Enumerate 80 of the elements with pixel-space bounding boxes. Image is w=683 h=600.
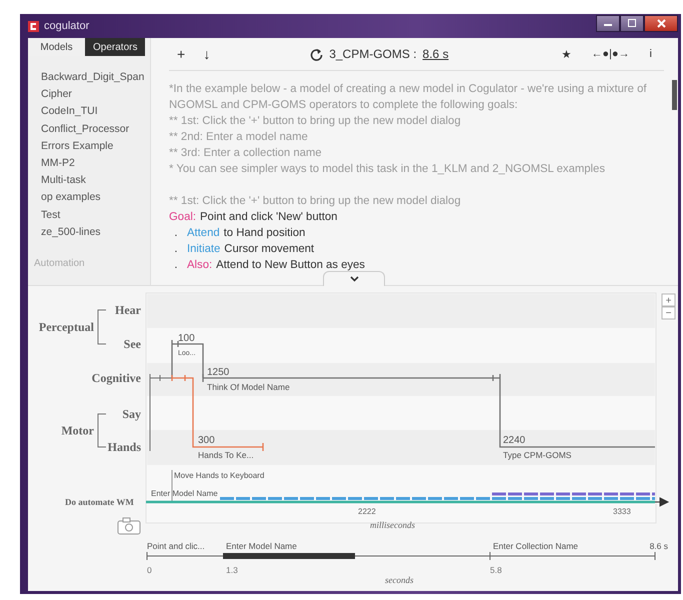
model-title: 3_CPM-GOMS : (329, 47, 417, 61)
comment-line: ** 3rd: Enter a collection name (169, 146, 322, 161)
model-item[interactable]: Backward_Digit_Span (41, 69, 150, 86)
row-label: Say (122, 407, 141, 421)
axis-label: milliseconds (370, 520, 415, 530)
automate-toggle[interactable]: Do automate WM (65, 497, 134, 507)
model-item[interactable]: CodeIn_TUI (41, 103, 150, 121)
axis-tick-label: 0 (147, 565, 152, 575)
chevron-down-icon (350, 276, 358, 282)
duration-label: 300 (198, 435, 215, 446)
comment-line: ** 1st: Click the '+' button to bring up the new model dialog (169, 114, 461, 129)
chunk-label: Enter Model Name (151, 489, 218, 498)
axis-tick-label: 1.3 (226, 565, 238, 575)
duration-label: 1250 (207, 367, 230, 378)
operator-label: Type CPM-GOMS (503, 450, 572, 460)
model-item[interactable]: Conflict_Processor (41, 120, 150, 138)
maximize-icon (628, 19, 636, 27)
model-item[interactable]: Test (41, 206, 150, 224)
close-icon (656, 18, 666, 28)
group-label: Motor (61, 424, 94, 438)
app-icon (28, 20, 39, 32)
row-label: Cognitive (92, 371, 141, 385)
zoom-out-button[interactable]: − (662, 306, 676, 320)
comment-line: ** 2nd: Enter a model name (169, 130, 308, 145)
goal-keyword: Goal: (169, 210, 196, 225)
operator-label: Hands To Ke... (198, 450, 254, 460)
row-label: Hands (108, 440, 141, 454)
runtime-link[interactable]: 8.6 s (422, 47, 449, 61)
row-label: See (124, 337, 141, 351)
group-bracket (98, 310, 106, 344)
comment-line: ** 1st: Click the '+' button to bring up the new model dialog (169, 194, 461, 209)
close-button[interactable] (644, 14, 678, 32)
info-button[interactable]: i (650, 48, 652, 60)
model-item[interactable]: Multi-task (41, 172, 150, 190)
operator-text: Cursor movement (224, 242, 314, 257)
scrollbar-thumb[interactable] (672, 80, 677, 110)
maximize-button[interactable] (620, 14, 644, 32)
axis-tick-label: 3333 (613, 507, 631, 516)
duration-label: 100 (178, 333, 195, 344)
goal-label: Enter Model Name (226, 541, 297, 551)
group-bracket (98, 414, 106, 448)
zoom-in-button[interactable]: + (662, 294, 676, 306)
comment-line: NGOMSL and CPM-GOMS operators to complete the following goals: (169, 98, 518, 113)
camera-icon[interactable] (118, 518, 140, 534)
axis-label: seconds (385, 575, 414, 585)
goal-label: Enter Collection Name (493, 541, 578, 551)
duration-label: 2240 (503, 435, 526, 446)
comment-line: * You can see simpler ways to model this task in the 1_KLM and 2_NGOMSL examples (169, 162, 605, 177)
row-label: Hear (115, 303, 141, 317)
model-item[interactable]: MM-P2 (41, 154, 150, 172)
model-item[interactable]: ze_500-lines (41, 224, 150, 241)
operator-keyword: Attend (187, 226, 220, 241)
model-item[interactable]: Cipher (41, 86, 150, 104)
minimize-button[interactable] (596, 14, 620, 32)
goal-text: Point and click 'New' button (200, 210, 338, 225)
model-item[interactable]: Errors Example (41, 138, 150, 155)
refresh-icon[interactable] (310, 48, 324, 60)
section-heading: Automation (34, 258, 86, 269)
comment-line: *In the example below - a model of creating a new model in Cogulator - we're using a mixture of (169, 82, 646, 97)
axis-tick-label: 5.8 (490, 565, 502, 575)
operator-text: to Hand position (224, 226, 306, 241)
bullet: . (173, 226, 179, 241)
sidebar-tab[interactable]: Operators (85, 38, 146, 56)
chunk-label: Move Hands to Keyboard (174, 471, 264, 480)
operator-keyword: Also: (187, 258, 212, 273)
download-button[interactable]: ↓ (203, 46, 210, 62)
window-title: cogulator (44, 20, 90, 32)
group-label: Perceptual (38, 320, 94, 334)
bullet: . (173, 258, 179, 273)
bullet: . (173, 242, 179, 257)
operator-text: Attend to New Button as eyes (216, 258, 365, 273)
navigation-button[interactable]: ←●|●→ (591, 48, 630, 60)
favorite-button[interactable]: ★ (561, 48, 572, 60)
axis-tick-label: 2222 (358, 507, 376, 516)
operator-label: Think Of Model Name (207, 382, 290, 392)
model-item[interactable]: op examples (41, 189, 150, 206)
add-button[interactable]: + (177, 46, 186, 62)
goal-label: Point and clic... (147, 541, 205, 551)
total-time: 8.6 s (650, 541, 668, 551)
operator-keyword: Initiate (187, 242, 220, 257)
